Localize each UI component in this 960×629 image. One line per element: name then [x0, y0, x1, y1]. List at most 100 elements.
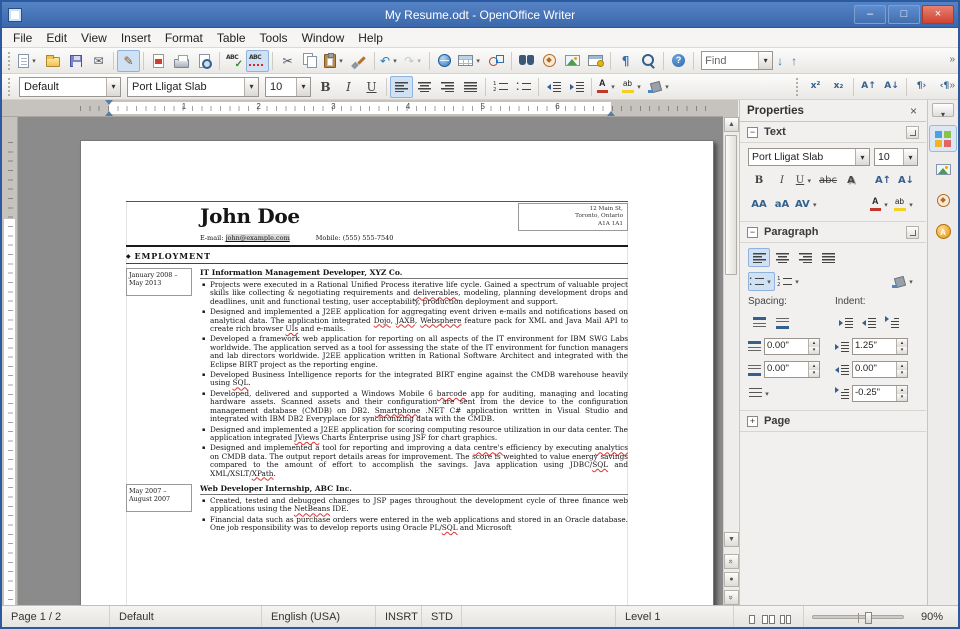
resume-bullet[interactable]: Developed a framework web application fo…	[200, 335, 628, 369]
bullets-dropdown[interactable]	[764, 278, 774, 286]
size-dropdown-icon[interactable]	[903, 149, 917, 165]
employment-heading[interactable]: ◆ EMPLOYMENT	[126, 247, 628, 264]
view-book-button[interactable]	[779, 610, 792, 624]
help-button[interactable]	[667, 50, 690, 72]
menu-format[interactable]: Format	[158, 30, 210, 46]
subscript-button[interactable]: x₂	[827, 76, 850, 98]
align-right-button[interactable]	[794, 248, 816, 267]
switch-indent-button[interactable]	[881, 313, 903, 332]
increase-indent-button[interactable]	[835, 313, 857, 332]
increase-font-button[interactable]: A↑	[872, 171, 894, 190]
lowercase-button[interactable]: aA	[771, 195, 793, 214]
sidebar-font-combo[interactable]: Port Lligat Slab	[748, 148, 870, 166]
insert-mode-status[interactable]: INSRT	[376, 606, 422, 627]
paste-dropdown[interactable]	[336, 57, 346, 65]
find-previous-button[interactable]: ↑	[787, 54, 801, 68]
menu-tools[interactable]: Tools	[253, 30, 295, 46]
text-section-header[interactable]: − Text	[740, 122, 926, 143]
paragraph-section-header[interactable]: − Paragraph	[740, 222, 926, 243]
view-multi-page-button[interactable]	[762, 610, 775, 624]
find-combo[interactable]	[701, 51, 774, 70]
formatting-marks-button[interactable]: ¶	[614, 50, 637, 72]
auto-spellcheck-button[interactable]	[246, 49, 269, 72]
zoom-percent[interactable]: 90%	[912, 606, 958, 627]
bold-button[interactable]: B	[314, 76, 337, 98]
new-document-dropdown[interactable]	[29, 57, 39, 65]
redo-dropdown[interactable]	[414, 57, 424, 65]
font-dropdown-icon[interactable]	[244, 77, 258, 96]
zoom-slider-thumb[interactable]	[865, 611, 873, 624]
page-preview-button[interactable]	[193, 50, 216, 72]
resume-bullet[interactable]: Developed Business Intelligence reports …	[200, 370, 628, 388]
zoom-slider[interactable]	[812, 611, 904, 624]
highlighting-button[interactable]	[620, 76, 646, 98]
font-name-combo[interactable]: Port Lligat Slab	[127, 76, 259, 97]
align-center-button[interactable]	[413, 76, 436, 98]
background-color-dropdown[interactable]	[662, 83, 672, 91]
bullets-button[interactable]	[512, 76, 535, 98]
edit-file-button[interactable]: ✎	[117, 49, 140, 72]
resume-bullet[interactable]: Financial data such as purchase orders w…	[200, 515, 628, 533]
paste-button[interactable]	[322, 50, 348, 72]
address-box[interactable]: 12 Main St, Toronto, Ontario A1A 1A1	[518, 203, 628, 232]
find-dropdown-icon[interactable]	[758, 52, 773, 69]
background-color-button[interactable]	[891, 272, 917, 291]
job-title[interactable]: Web Developer Internship, ABC Inc.	[200, 484, 628, 495]
collapse-icon[interactable]: −	[747, 126, 758, 138]
gallery-button[interactable]	[561, 50, 584, 72]
menu-file[interactable]: File	[6, 30, 39, 46]
table-button[interactable]	[456, 50, 485, 72]
menu-insert[interactable]: Insert	[114, 30, 158, 46]
align-right-button[interactable]	[436, 76, 459, 98]
collapse-icon[interactable]: −	[747, 226, 758, 238]
character-spacing-dropdown[interactable]	[810, 201, 820, 209]
panel-close-button[interactable]: ×	[908, 104, 919, 118]
vertical-ruler[interactable]	[2, 117, 18, 605]
increase-indent-button[interactable]	[565, 76, 588, 98]
font-color-dropdown[interactable]	[608, 83, 618, 91]
navigator-button[interactable]	[538, 50, 561, 72]
cut-button[interactable]: ✂	[276, 50, 299, 72]
data-sources-button[interactable]	[584, 50, 607, 72]
resume-bullet[interactable]: Projects were executed in a Rational Uni…	[200, 280, 628, 306]
scrollbar-thumb[interactable]	[725, 135, 737, 275]
navigation-button[interactable]: ●	[724, 572, 739, 587]
menu-view[interactable]: View	[74, 30, 114, 46]
save-button[interactable]	[64, 50, 87, 72]
menu-help[interactable]: Help	[351, 30, 390, 46]
contact-line[interactable]: E-mail: john@example.com Mobile: (555) 55…	[200, 232, 628, 245]
email-link[interactable]: john@example.com	[225, 234, 290, 242]
zoom-button[interactable]	[637, 50, 660, 72]
decrease-spacing-button[interactable]	[771, 313, 793, 332]
background-color-dropdown[interactable]	[906, 278, 916, 286]
toolbar-grip[interactable]	[8, 77, 12, 96]
increase-font-button[interactable]: A↑	[857, 76, 880, 98]
decrease-font-button[interactable]: A↓	[895, 171, 917, 190]
maximize-button[interactable]: □	[888, 5, 920, 24]
bullets-button[interactable]	[748, 272, 775, 291]
resume-bullet[interactable]: Designed and implemented a J2EE applicat…	[200, 307, 628, 333]
view-single-page-button[interactable]	[745, 610, 758, 624]
increase-spacing-button[interactable]	[748, 313, 770, 332]
text-panel-more-button[interactable]	[906, 125, 919, 139]
underline-dropdown[interactable]	[804, 177, 814, 185]
document-page[interactable]: John Doe 12 Main St, Toronto, Ontario A1A …	[80, 140, 714, 605]
font-color-button[interactable]	[595, 76, 620, 98]
resume-bullet[interactable]: Developed, delivered and supported a Win…	[200, 389, 628, 424]
align-justify-button[interactable]	[817, 248, 839, 267]
spacing-above-spinner[interactable]	[808, 339, 819, 354]
hyperlink-button[interactable]	[433, 50, 456, 72]
scroll-up-button[interactable]: ▲	[724, 117, 739, 132]
align-justify-button[interactable]	[459, 76, 482, 98]
find-input[interactable]	[702, 54, 759, 67]
previous-page-button[interactable]: «	[724, 554, 739, 569]
job-dates[interactable]: May 2007 – August 2007	[126, 483, 192, 512]
format-paintbrush-button[interactable]	[348, 50, 371, 72]
resume-bullet[interactable]: Created, tested and debugged changes to …	[200, 496, 628, 514]
line-spacing-button[interactable]	[748, 384, 773, 403]
page-section-header[interactable]: + Page	[740, 411, 926, 432]
font-color-button[interactable]	[869, 195, 892, 214]
line-spacing-dropdown[interactable]	[762, 390, 772, 398]
decrease-indent-button[interactable]	[542, 76, 565, 98]
font-size-combo[interactable]: 10	[265, 76, 311, 97]
